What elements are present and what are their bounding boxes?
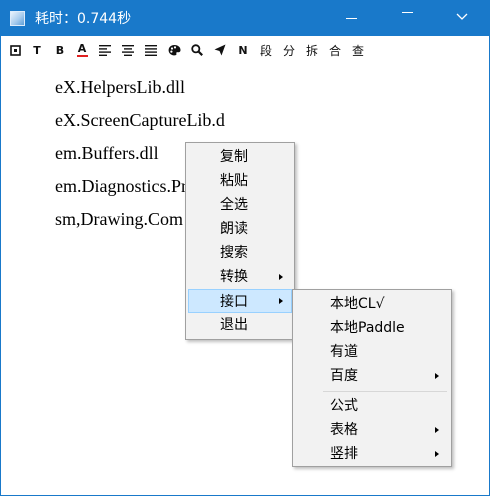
- menu-item-label: 公式: [330, 398, 358, 414]
- window-title: 耗时：0.744秒: [35, 11, 132, 27]
- text-mode-button[interactable]: T: [28, 41, 46, 59]
- menu-item-paste[interactable]: 粘贴: [188, 169, 292, 193]
- menu-item-copy[interactable]: 复制: [188, 145, 292, 169]
- submenu-item-vertical[interactable]: 竖排: [295, 442, 449, 466]
- menu-item-label: 复制: [220, 149, 248, 165]
- app-icon: [10, 11, 25, 26]
- menu-separator: [323, 391, 447, 392]
- lookup-button[interactable]: 查: [349, 41, 367, 59]
- search-button[interactable]: [188, 41, 206, 59]
- minimize-button[interactable]: [329, 1, 375, 36]
- restore-button[interactable]: [385, 1, 431, 36]
- submenu-item-formula[interactable]: 公式: [295, 394, 449, 418]
- cha-label: 查: [351, 43, 364, 58]
- minimize-icon: [346, 18, 357, 19]
- justify-icon: [145, 44, 157, 56]
- menu-item-search[interactable]: 搜索: [188, 241, 292, 265]
- he-label: 合: [328, 43, 341, 58]
- chevron-down-icon: [456, 13, 468, 20]
- chevron-right-icon: [435, 427, 439, 433]
- menu-item-exit[interactable]: 退出: [188, 313, 292, 337]
- theme-button[interactable]: [165, 41, 183, 59]
- chevron-right-icon: [279, 274, 283, 280]
- search-icon: [191, 44, 203, 56]
- menu-item-label: 有道: [330, 344, 358, 360]
- paper-plane-icon: [214, 44, 226, 56]
- justify-button[interactable]: [142, 41, 160, 59]
- submenu-item-table[interactable]: 表格: [295, 418, 449, 442]
- n-button[interactable]: N: [234, 41, 252, 59]
- menu-item-label: 表格: [330, 422, 358, 438]
- menu-item-select-all[interactable]: 全选: [188, 193, 292, 217]
- menu-item-label: 本地Paddle: [330, 320, 405, 336]
- square-icon: [9, 44, 21, 56]
- topmost-button[interactable]: [6, 41, 24, 59]
- text-line: eX.HelpersLib.dll: [55, 77, 185, 97]
- text-line: em.Buffers.dll: [55, 143, 159, 163]
- paragraph-button[interactable]: 段: [257, 41, 275, 59]
- duan-label: 段: [259, 43, 272, 58]
- text-line: em.Diagnostics.Pro: [55, 176, 196, 196]
- send-button[interactable]: [211, 41, 229, 59]
- restore-icon: [402, 12, 413, 13]
- split-button[interactable]: 分: [280, 41, 298, 59]
- menu-item-label: 竖排: [330, 446, 358, 462]
- menu-item-label: 退出: [220, 317, 248, 333]
- interface-submenu: 本地CL√ 本地Paddle 有道 百度 公式 表格 竖排: [292, 289, 452, 467]
- menu-item-label: 朗读: [220, 221, 248, 237]
- menu-item-interface[interactable]: 接口: [188, 289, 292, 313]
- menu-item-label: 转换: [220, 269, 248, 285]
- submenu-item-local-cl[interactable]: 本地CL√: [295, 292, 449, 316]
- toolbar: T B A N 段 分 拆 合 查: [1, 37, 375, 63]
- menu-item-read-aloud[interactable]: 朗读: [188, 217, 292, 241]
- align-left-icon: [99, 44, 111, 56]
- n-label: N: [238, 43, 248, 57]
- collapse-button[interactable]: [439, 1, 485, 36]
- break-apart-button[interactable]: 拆: [303, 41, 321, 59]
- merge-button[interactable]: 合: [326, 41, 344, 59]
- menu-item-label: 全选: [220, 197, 248, 213]
- menu-item-label: 粘贴: [220, 173, 248, 189]
- menu-item-label: 本地CL√: [330, 296, 385, 312]
- title-bar[interactable]: 耗时：0.744秒: [1, 1, 489, 36]
- fen-label: 分: [282, 43, 295, 58]
- chevron-right-icon: [435, 373, 439, 379]
- chevron-right-icon: [435, 451, 439, 457]
- align-center-icon: [122, 44, 134, 56]
- text-line: eX.ScreenCaptureLib.d: [55, 110, 225, 130]
- font-color-button[interactable]: A: [73, 41, 91, 59]
- menu-item-label: 搜索: [220, 245, 248, 261]
- align-center-button[interactable]: [119, 41, 137, 59]
- submenu-item-baidu[interactable]: 百度: [295, 364, 449, 388]
- b-label: B: [55, 43, 65, 57]
- menu-item-convert[interactable]: 转换: [188, 265, 292, 289]
- chai-label: 拆: [305, 43, 318, 58]
- a-label: A: [77, 42, 87, 55]
- palette-icon: [168, 45, 180, 56]
- submenu-item-local-paddle[interactable]: 本地Paddle: [295, 316, 449, 340]
- context-menu: 复制 粘贴 全选 朗读 搜索 转换 接口 退出: [185, 142, 295, 340]
- submenu-item-youdao[interactable]: 有道: [295, 340, 449, 364]
- chevron-right-icon: [279, 298, 283, 304]
- text-line: sm,Drawing.Com: [55, 209, 183, 229]
- menu-item-label: 接口: [220, 294, 248, 310]
- align-left-button[interactable]: [96, 41, 114, 59]
- color-bar-icon: [76, 55, 88, 57]
- t-label: T: [33, 43, 41, 57]
- menu-item-label: 百度: [330, 368, 358, 384]
- bold-button[interactable]: B: [51, 41, 69, 59]
